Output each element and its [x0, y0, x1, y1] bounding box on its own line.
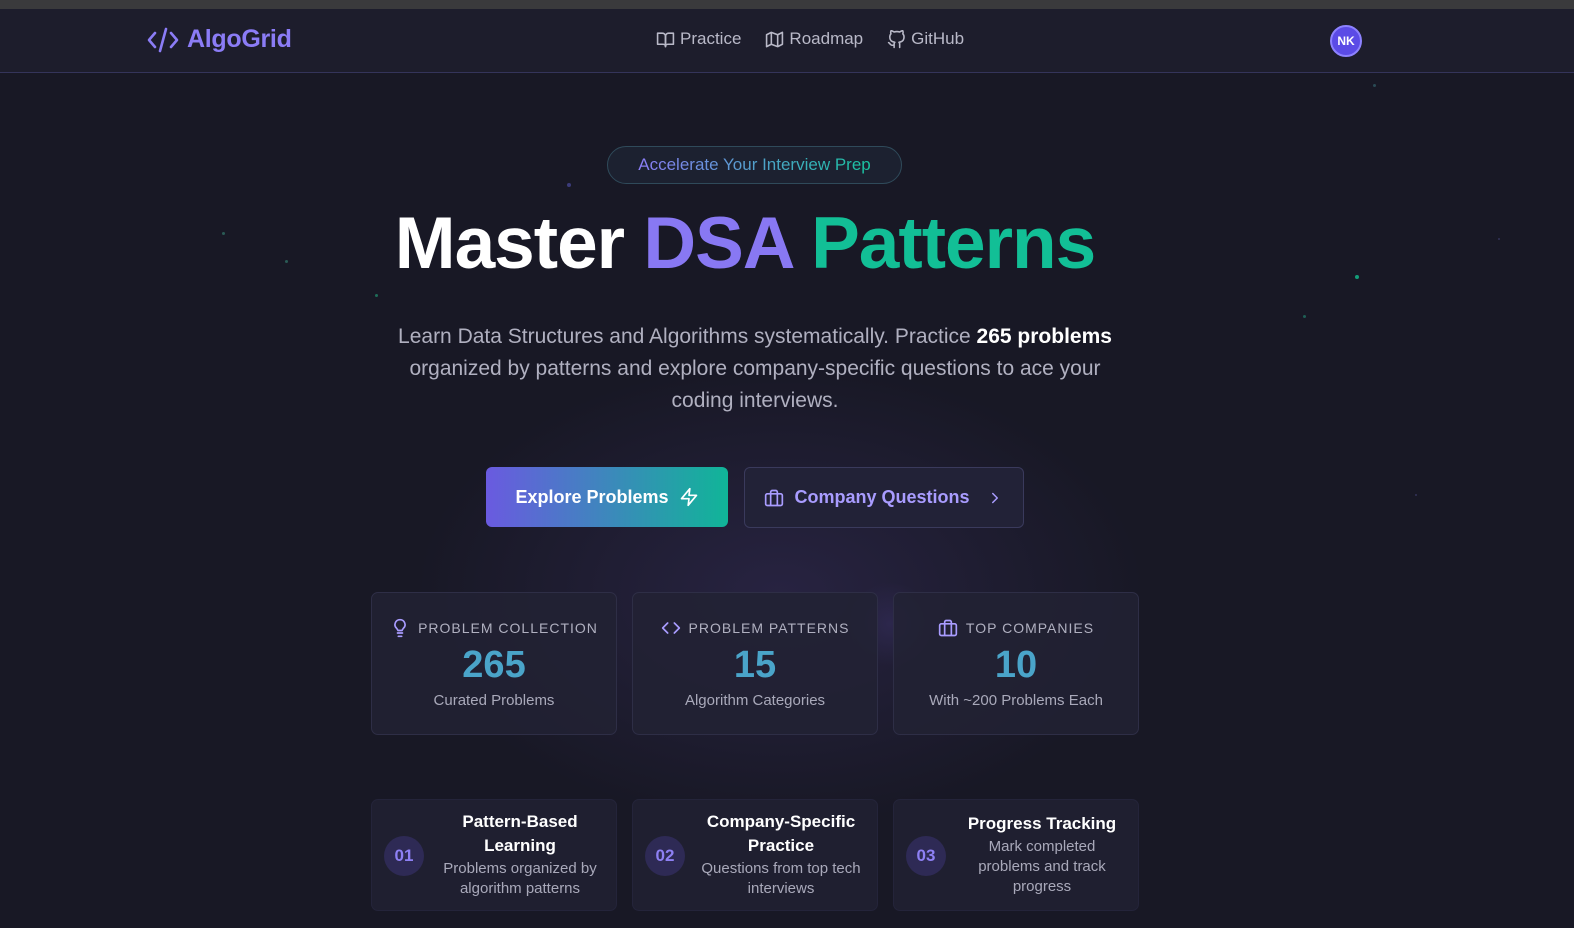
feature-body: Pattern-Based Learning Problems organize…	[434, 810, 606, 899]
briefcase-icon	[765, 489, 784, 506]
hero-subtext: Learn Data Structures and Algorithms sys…	[380, 321, 1130, 417]
feature-card-company-practice: 02 Company-Specific Practice Questions f…	[632, 799, 878, 911]
hero-badge: Accelerate Your Interview Prep	[607, 146, 902, 184]
explore-problems-label: Explore Problems	[515, 486, 669, 507]
feature-desc: Questions from top tech interviews	[701, 860, 861, 897]
chevron-right-icon	[991, 492, 998, 503]
nav-link-label: Roadmap	[789, 29, 864, 48]
stat-value: 10	[994, 644, 1038, 686]
stat-label: With ~200 Problems Each	[929, 692, 1103, 709]
nav-link-roadmap[interactable]: Roadmap	[765, 29, 863, 49]
hero-headline: Master DSA Patterns	[0, 202, 1490, 286]
feature-number: 02	[645, 836, 685, 876]
feature-number: 01	[384, 836, 424, 876]
logo-text: AlgoGrid	[187, 25, 292, 53]
stat-label: Curated Problems	[433, 692, 555, 709]
explore-problems-button[interactable]: Explore Problems	[486, 467, 728, 527]
github-icon	[887, 29, 905, 48]
decor-dot	[1415, 494, 1417, 496]
decor-dot	[567, 183, 571, 187]
stat-label: Algorithm Categories	[684, 692, 826, 709]
subtext-before: Learn Data Structures and Algorithms sys…	[398, 325, 977, 348]
navbar: AlgoGrid Practice Roadmap GitHub NK	[0, 9, 1574, 73]
decor-dot	[1498, 238, 1500, 240]
feature-desc: Problems organized by algorithm patterns	[443, 860, 597, 897]
feature-body: Company-Specific Practice Questions from…	[695, 810, 867, 899]
company-questions-label: Company Questions	[794, 487, 970, 507]
map-icon	[766, 31, 784, 47]
stat-card-problem-collection: PROBLEM COLLECTION 265 Curated Problems	[371, 592, 617, 735]
feature-card-progress-tracking: 03 Progress Tracking Mark completed prob…	[893, 799, 1139, 911]
zap-icon	[680, 487, 697, 507]
stat-value: 15	[733, 644, 777, 686]
logo[interactable]: AlgoGrid	[147, 25, 292, 54]
feature-title: Progress Tracking	[967, 814, 1117, 833]
feature-title: Pattern-Based Learning	[462, 812, 578, 855]
feature-card-pattern-learning: 01 Pattern-Based Learning Problems organ…	[371, 799, 617, 911]
company-questions-button[interactable]: Company Questions	[744, 467, 1024, 528]
nav-link-label: Practice	[680, 29, 742, 48]
avatar[interactable]: NK	[1330, 25, 1362, 57]
stat-heading: PROBLEM COLLECTION	[372, 618, 616, 638]
briefcase-icon	[938, 619, 958, 637]
decor-dot	[1373, 84, 1376, 87]
stat-heading: TOP COMPANIES	[894, 618, 1138, 638]
decor-dot	[1303, 315, 1306, 318]
browser-top-strip	[0, 0, 1574, 9]
feature-desc: Mark completed problems and track progre…	[978, 838, 1106, 895]
stat-card-problem-patterns: PROBLEM PATTERNS 15 Algorithm Categories	[632, 592, 878, 735]
decor-dot	[375, 294, 378, 297]
subtext-problem-count: 265 problems	[976, 325, 1112, 348]
stat-value: 265	[462, 644, 526, 686]
book-open-icon	[656, 31, 675, 47]
stat-heading: PROBLEM PATTERNS	[633, 618, 877, 638]
main-nav: Practice Roadmap GitHub	[656, 29, 964, 49]
stat-heading-text: TOP COMPANIES	[965, 620, 1095, 636]
nav-link-practice[interactable]: Practice	[656, 29, 741, 49]
nav-link-label: GitHub	[911, 29, 965, 48]
hero-badge-text: Accelerate Your Interview Prep	[638, 155, 871, 174]
code-icon	[661, 622, 680, 634]
stat-heading-text: PROBLEM COLLECTION	[418, 620, 598, 636]
stat-card-top-companies: TOP COMPANIES 10 With ~200 Problems Each	[893, 592, 1139, 735]
nav-link-github[interactable]: GitHub	[887, 29, 964, 49]
feature-number: 03	[906, 836, 946, 876]
feature-title: Company-Specific Practice	[706, 812, 856, 855]
feature-body: Progress Tracking Mark completed problem…	[956, 812, 1128, 897]
code-icon	[147, 27, 179, 52]
lightbulb-icon	[394, 618, 406, 638]
headline-part-patterns: Patterns	[811, 203, 1096, 284]
headline-part-master: Master	[394, 203, 625, 284]
stat-heading-text: PROBLEM PATTERNS	[688, 620, 850, 636]
headline-part-dsa: DSA	[643, 203, 792, 284]
subtext-after: organized by patterns and explore compan…	[409, 357, 1101, 412]
